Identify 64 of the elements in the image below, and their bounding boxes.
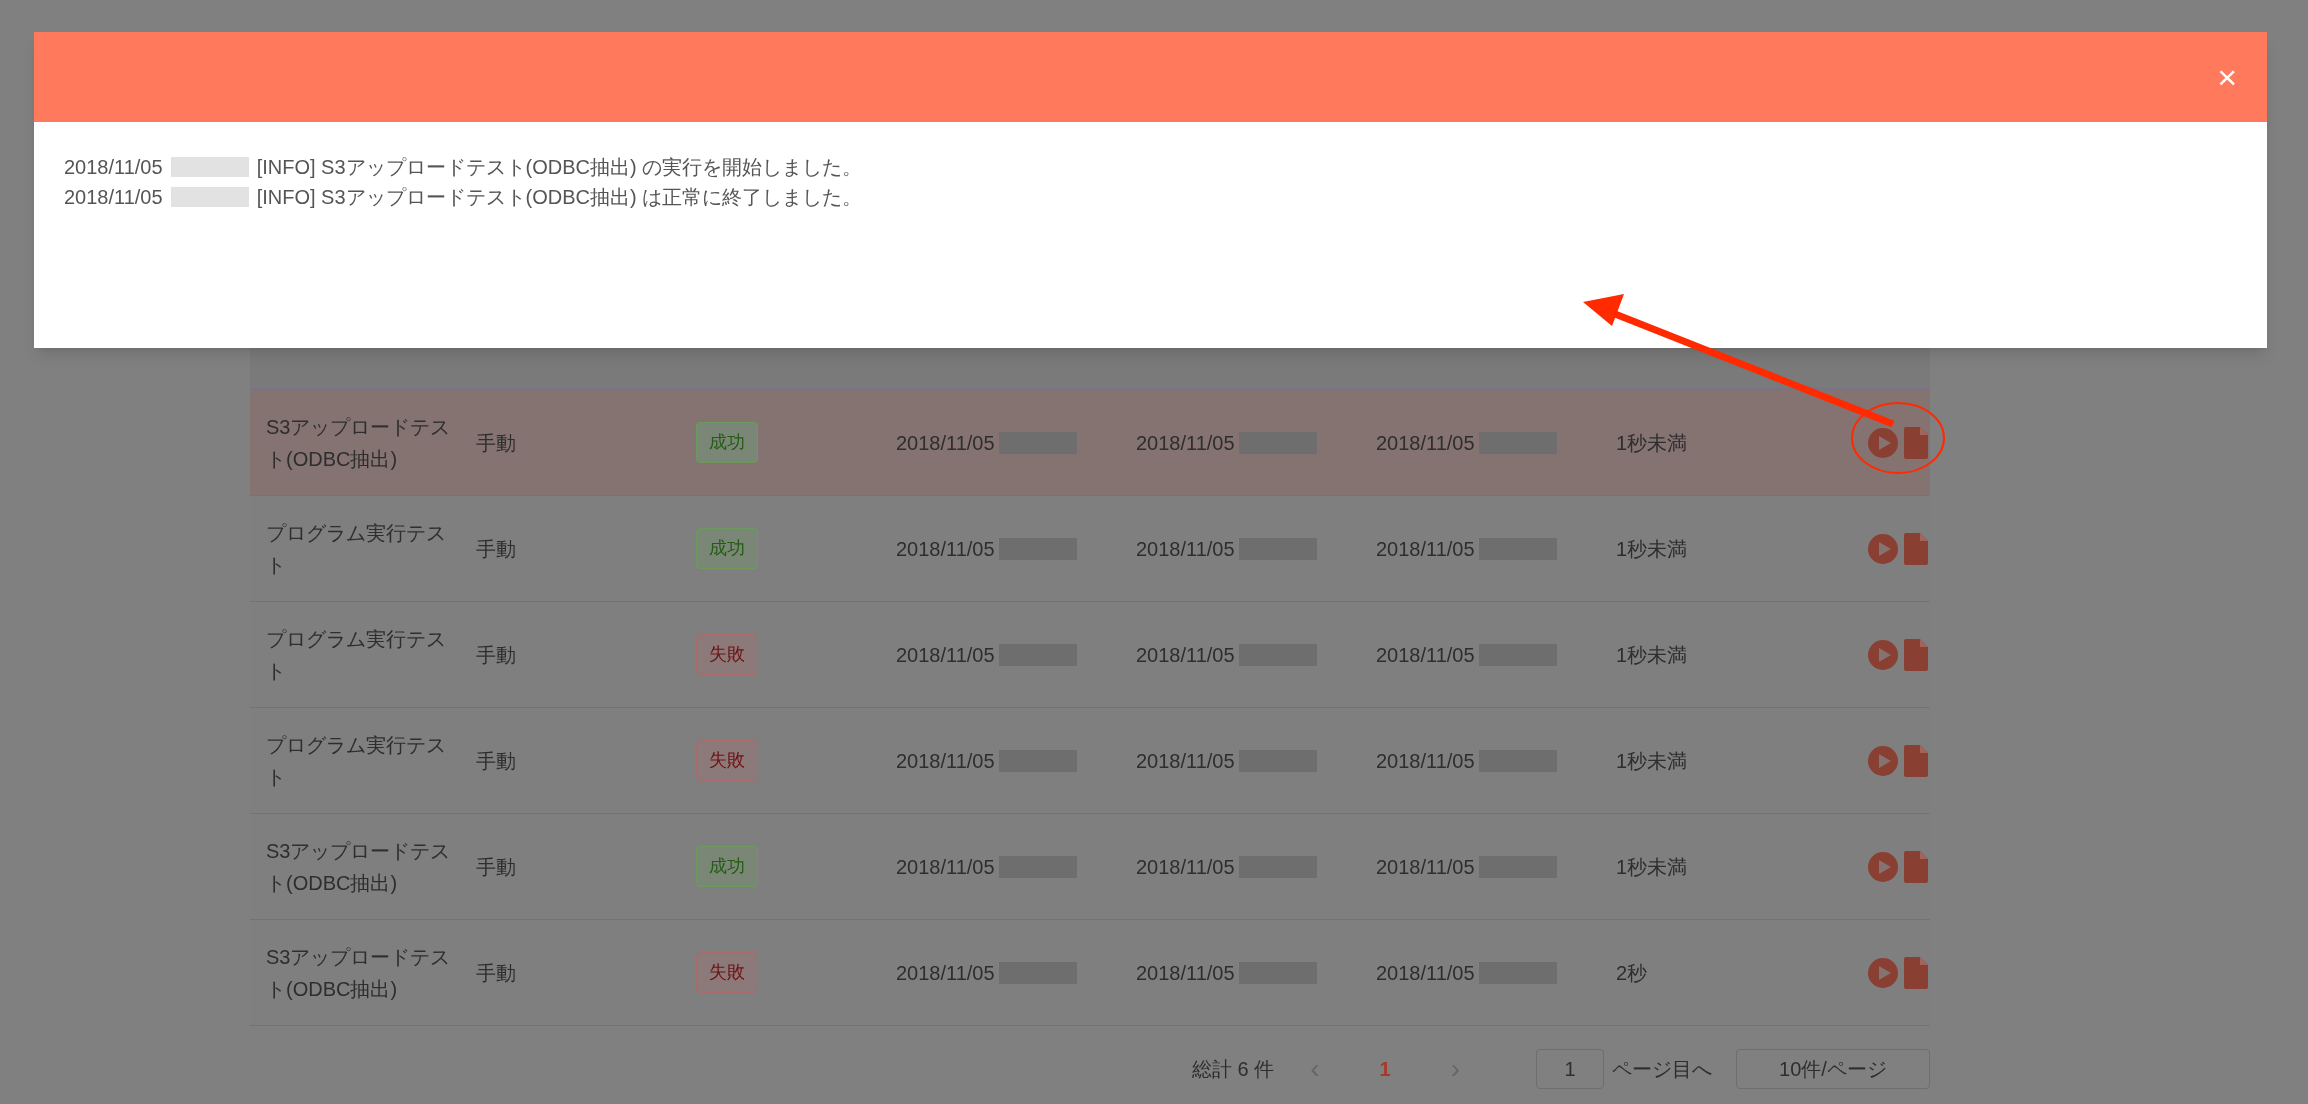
document-icon[interactable]	[1904, 638, 1928, 671]
document-icon[interactable]	[1904, 956, 1928, 989]
play-icon[interactable]	[1868, 639, 1898, 670]
status-badge: 失敗	[696, 634, 758, 675]
date-text: 2018/11/05	[1136, 642, 1235, 668]
type-text: 手動	[476, 749, 516, 772]
task-name: プログラム実行テスト	[266, 732, 447, 790]
document-icon[interactable]	[1904, 532, 1928, 565]
task-name: プログラム実行テスト	[266, 626, 447, 684]
task-name: S3アップロードテスト(ODBC抽出)	[266, 944, 452, 1002]
date-text: 2018/11/05	[1376, 642, 1475, 668]
status-badge: 失敗	[696, 740, 758, 781]
duration-text: 1秒未満	[1616, 537, 1688, 560]
duration-text: 1秒未満	[1616, 643, 1688, 666]
date-text: 2018/11/05	[896, 430, 995, 456]
log-date: 2018/11/05	[64, 155, 163, 180]
date-text: 2018/11/05	[1136, 536, 1235, 562]
play-icon[interactable]	[1868, 427, 1898, 458]
play-icon[interactable]	[1868, 851, 1898, 882]
date-text: 2018/11/05	[1376, 536, 1475, 562]
date-text: 2018/11/05	[1376, 748, 1475, 774]
close-button[interactable]: ×	[2217, 60, 2237, 94]
play-icon[interactable]	[1868, 957, 1898, 988]
date-text: 2018/11/05	[1376, 960, 1475, 986]
task-name: S3アップロードテスト(ODBC抽出)	[266, 414, 452, 472]
document-icon[interactable]	[1904, 426, 1928, 459]
duration-text: 1秒未満	[1616, 431, 1688, 454]
duration-text: 1秒未満	[1616, 749, 1688, 772]
date-text: 2018/11/05	[896, 960, 995, 986]
page-jump-label: ページ目へ	[1612, 1057, 1712, 1082]
date-text: 2018/11/05	[896, 854, 995, 880]
status-badge: 失敗	[696, 952, 758, 993]
document-icon[interactable]	[1904, 744, 1928, 777]
date-text: 2018/11/05	[1136, 748, 1235, 774]
play-icon[interactable]	[1868, 745, 1898, 776]
total-count: 総計 6 件	[1191, 1057, 1275, 1082]
status-badge: 成功	[696, 422, 758, 463]
date-text: 2018/11/05	[1136, 854, 1235, 880]
date-text: 2018/11/05	[1136, 960, 1235, 986]
play-icon[interactable]	[1868, 533, 1898, 564]
page-size-select[interactable]: 10件/ページ	[1736, 1049, 1930, 1089]
log-date: 2018/11/05	[64, 185, 163, 210]
log-message: [INFO] S3アップロードテスト(ODBC抽出) は正常に終了しました。	[256, 185, 863, 210]
document-icon[interactable]	[1904, 850, 1928, 883]
status-badge: 成功	[696, 846, 758, 887]
type-text: 手動	[476, 855, 516, 878]
table-row[interactable]: S3アップロードテスト(ODBC抽出) 手動 成功 2018/11/05 2018/11/05 2018/11/05 1秒未満	[250, 390, 1930, 496]
duration-text: 2秒	[1616, 961, 1648, 984]
date-text: 2018/11/05	[896, 536, 995, 562]
duration-text: 1秒未満	[1616, 855, 1688, 878]
task-name: プログラム実行テスト	[266, 520, 447, 578]
type-text: 手動	[476, 537, 516, 560]
date-text: 2018/11/05	[1136, 430, 1235, 456]
date-text: 2018/11/05	[1376, 430, 1475, 456]
type-text: 手動	[476, 643, 516, 666]
type-text: 手動	[476, 431, 516, 454]
date-text: 2018/11/05	[1376, 854, 1475, 880]
task-name: S3アップロードテスト(ODBC抽出)	[266, 838, 452, 896]
type-text: 手動	[476, 961, 516, 984]
log-message: [INFO] S3アップロードテスト(ODBC抽出) の実行を開始しました。	[256, 155, 863, 180]
date-text: 2018/11/05	[896, 642, 995, 668]
date-text: 2018/11/05	[896, 748, 995, 774]
page-jump-field[interactable]: 1	[1536, 1049, 1604, 1089]
status-badge: 成功	[696, 528, 758, 569]
